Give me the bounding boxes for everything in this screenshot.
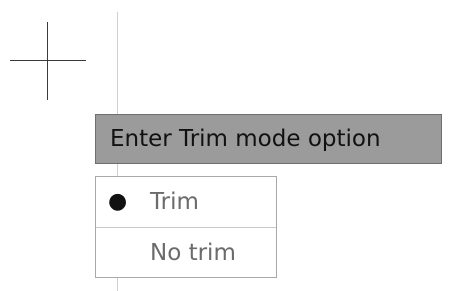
option-label: No trim [150, 239, 236, 266]
option-no-trim[interactable]: No trim [96, 227, 276, 277]
selected-bullet-icon: ● [108, 189, 128, 214]
prompt-text: Enter Trim mode option [110, 126, 381, 152]
command-prompt-bar: Enter Trim mode option [95, 114, 442, 164]
crosshair-icon [10, 60, 86, 61]
trim-mode-options: ● Trim No trim [95, 176, 277, 278]
option-trim[interactable]: ● Trim [96, 177, 276, 227]
crosshair-icon [47, 22, 48, 100]
option-label: Trim [150, 189, 199, 215]
